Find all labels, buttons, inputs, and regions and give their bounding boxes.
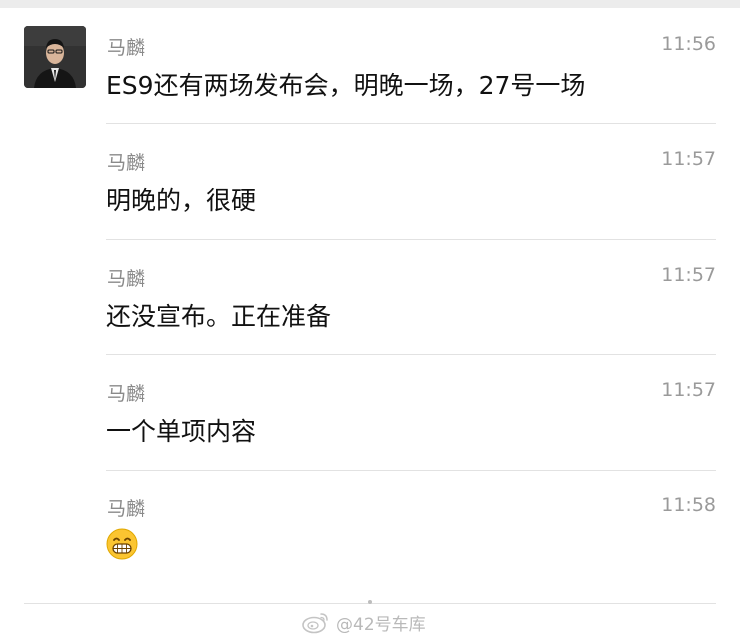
message-divider [106, 470, 716, 471]
avatar[interactable] [24, 26, 86, 88]
message-text[interactable]: 还没宣布。正在准备 [106, 297, 331, 333]
watermark-text: @42号车库 [336, 614, 426, 635]
weibo-icon [302, 613, 328, 634]
message-text[interactable]: ES9还有两场发布会，明晚一场，27号一场 [106, 66, 585, 102]
sender-name: 马麟 [107, 498, 146, 520]
sender-name: 马麟 [107, 268, 146, 290]
sender-name: 马麟 [107, 383, 146, 405]
message-divider [106, 354, 716, 355]
message-time: 11:58 [661, 494, 716, 516]
message-text[interactable]: 明晚的，很硬 [106, 181, 256, 217]
sender-name: 马麟 [107, 37, 146, 59]
scroll-indicator-dot [368, 600, 372, 604]
message-text[interactable]: 一个单项内容 [106, 412, 256, 448]
sender-name: 马麟 [107, 152, 146, 174]
message-time: 11:57 [661, 264, 716, 286]
top-strip [0, 0, 740, 8]
message-divider [106, 123, 716, 124]
message-divider [106, 239, 716, 240]
message-time: 11:56 [661, 33, 716, 55]
message-time: 11:57 [661, 148, 716, 170]
message-time: 11:57 [661, 379, 716, 401]
grinning-face-with-teeth-icon[interactable] [106, 528, 138, 560]
person-avatar-icon [24, 26, 86, 88]
watermark: @42号车库 [302, 609, 426, 635]
